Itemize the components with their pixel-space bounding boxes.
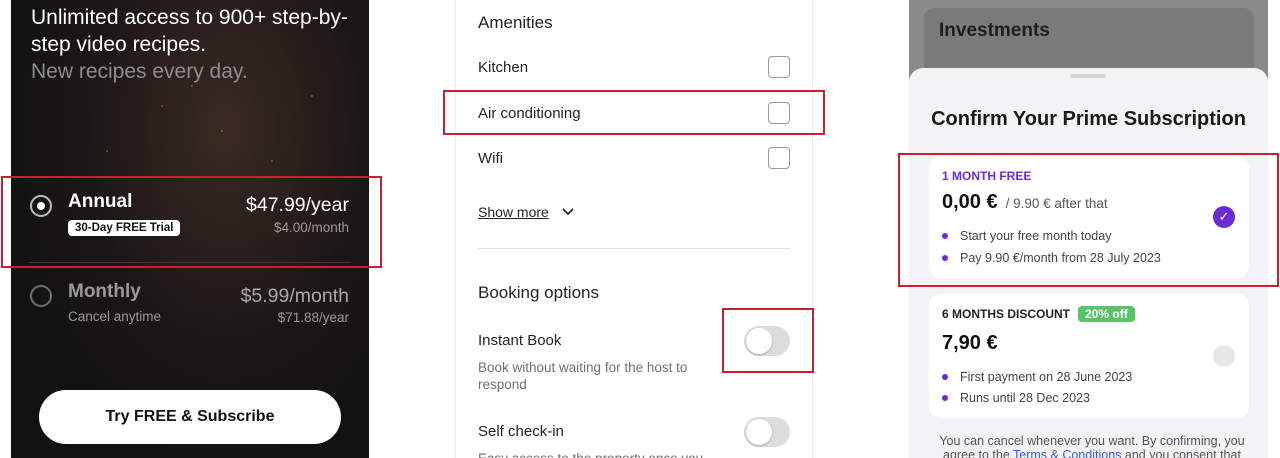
booking-options-heading: Booking options: [478, 283, 599, 302]
fine-print-line-1: You can cancel whenever you want. By con…: [939, 434, 1245, 448]
option-kicker-row: 6 MONTHS DISCOUNT 20% off: [942, 306, 1135, 322]
bullet-text: Runs until 28 Dec 2023: [960, 391, 1090, 405]
highlight-one-month-free: [898, 153, 1279, 287]
paywall-subline: New recipes every day.: [31, 60, 248, 83]
chevron-down-icon: [562, 208, 574, 216]
amenity-label: Kitchen: [478, 59, 529, 76]
self-checkin-label: Self check-in: [478, 423, 564, 440]
highlight-air-conditioning: [443, 90, 825, 135]
sheet-title: Confirm Your Prime Subscription: [931, 108, 1246, 130]
discount-pill: 20% off: [1078, 306, 1135, 322]
subscribe-button[interactable]: Try FREE & Subscribe: [39, 390, 341, 444]
self-checkin-description: Easy access to the property once you: [478, 450, 708, 458]
plan-monthly-sub-price: $71.88/year: [277, 310, 349, 325]
option-price: 7,90 €: [942, 332, 998, 354]
plan-monthly-price: $5.99/month: [240, 285, 349, 307]
option-six-months-discount[interactable]: 6 MONTHS DISCOUNT 20% off 7,90 € First p…: [929, 294, 1249, 418]
sheet-drag-handle[interactable]: [1070, 74, 1106, 78]
highlight-instant-book-toggle: [722, 308, 814, 373]
radio-unselected-icon[interactable]: [30, 285, 52, 307]
plan-monthly[interactable]: Monthly Cancel anytime $5.99/month $71.8…: [11, 272, 369, 342]
amenity-label: Wifi: [478, 150, 503, 167]
terms-link[interactable]: Terms & Conditions: [1013, 448, 1121, 458]
fine-print-text: and you consent that: [1124, 448, 1241, 458]
bullet-text: First payment on 28 June 2023: [960, 370, 1133, 384]
filters-panel: Amenities Kitchen Air conditioning Wifi …: [455, 0, 813, 458]
option-bullet: Runs until 28 Dec 2023: [942, 391, 1090, 405]
amenity-row-kitchen[interactable]: Kitchen: [478, 56, 790, 82]
highlight-annual-plan: [1, 176, 382, 268]
fine-print: You can cancel whenever you want. By con…: [927, 434, 1257, 458]
show-more-label: Show more: [478, 204, 549, 220]
background-title: Investments: [939, 20, 1050, 41]
unselected-circle-icon[interactable]: [1213, 345, 1235, 367]
fine-print-text: agree to the: [943, 448, 1010, 458]
self-checkin-toggle[interactable]: [744, 417, 790, 447]
instant-book-label: Instant Book: [478, 332, 562, 349]
plan-monthly-subtitle: Cancel anytime: [68, 309, 162, 324]
fine-print-line-2: agree to the Terms & Conditions and you …: [927, 448, 1257, 458]
amenities-heading: Amenities: [478, 13, 553, 32]
option-bullet: First payment on 28 June 2023: [942, 370, 1132, 384]
section-divider: [478, 248, 790, 249]
show-more-link[interactable]: Show more: [478, 202, 575, 222]
kitchen-checkbox[interactable]: [768, 56, 790, 78]
wifi-checkbox[interactable]: [768, 147, 790, 169]
option-kicker: 6 MONTHS DISCOUNT: [942, 307, 1071, 321]
paywall-headline: Unlimited access to 900+ step-by-step vi…: [31, 6, 348, 56]
instant-book-description: Book without waiting for the host to res…: [478, 360, 688, 392]
plan-monthly-title: Monthly: [68, 281, 141, 302]
amenity-row-wifi[interactable]: Wifi: [478, 147, 790, 173]
